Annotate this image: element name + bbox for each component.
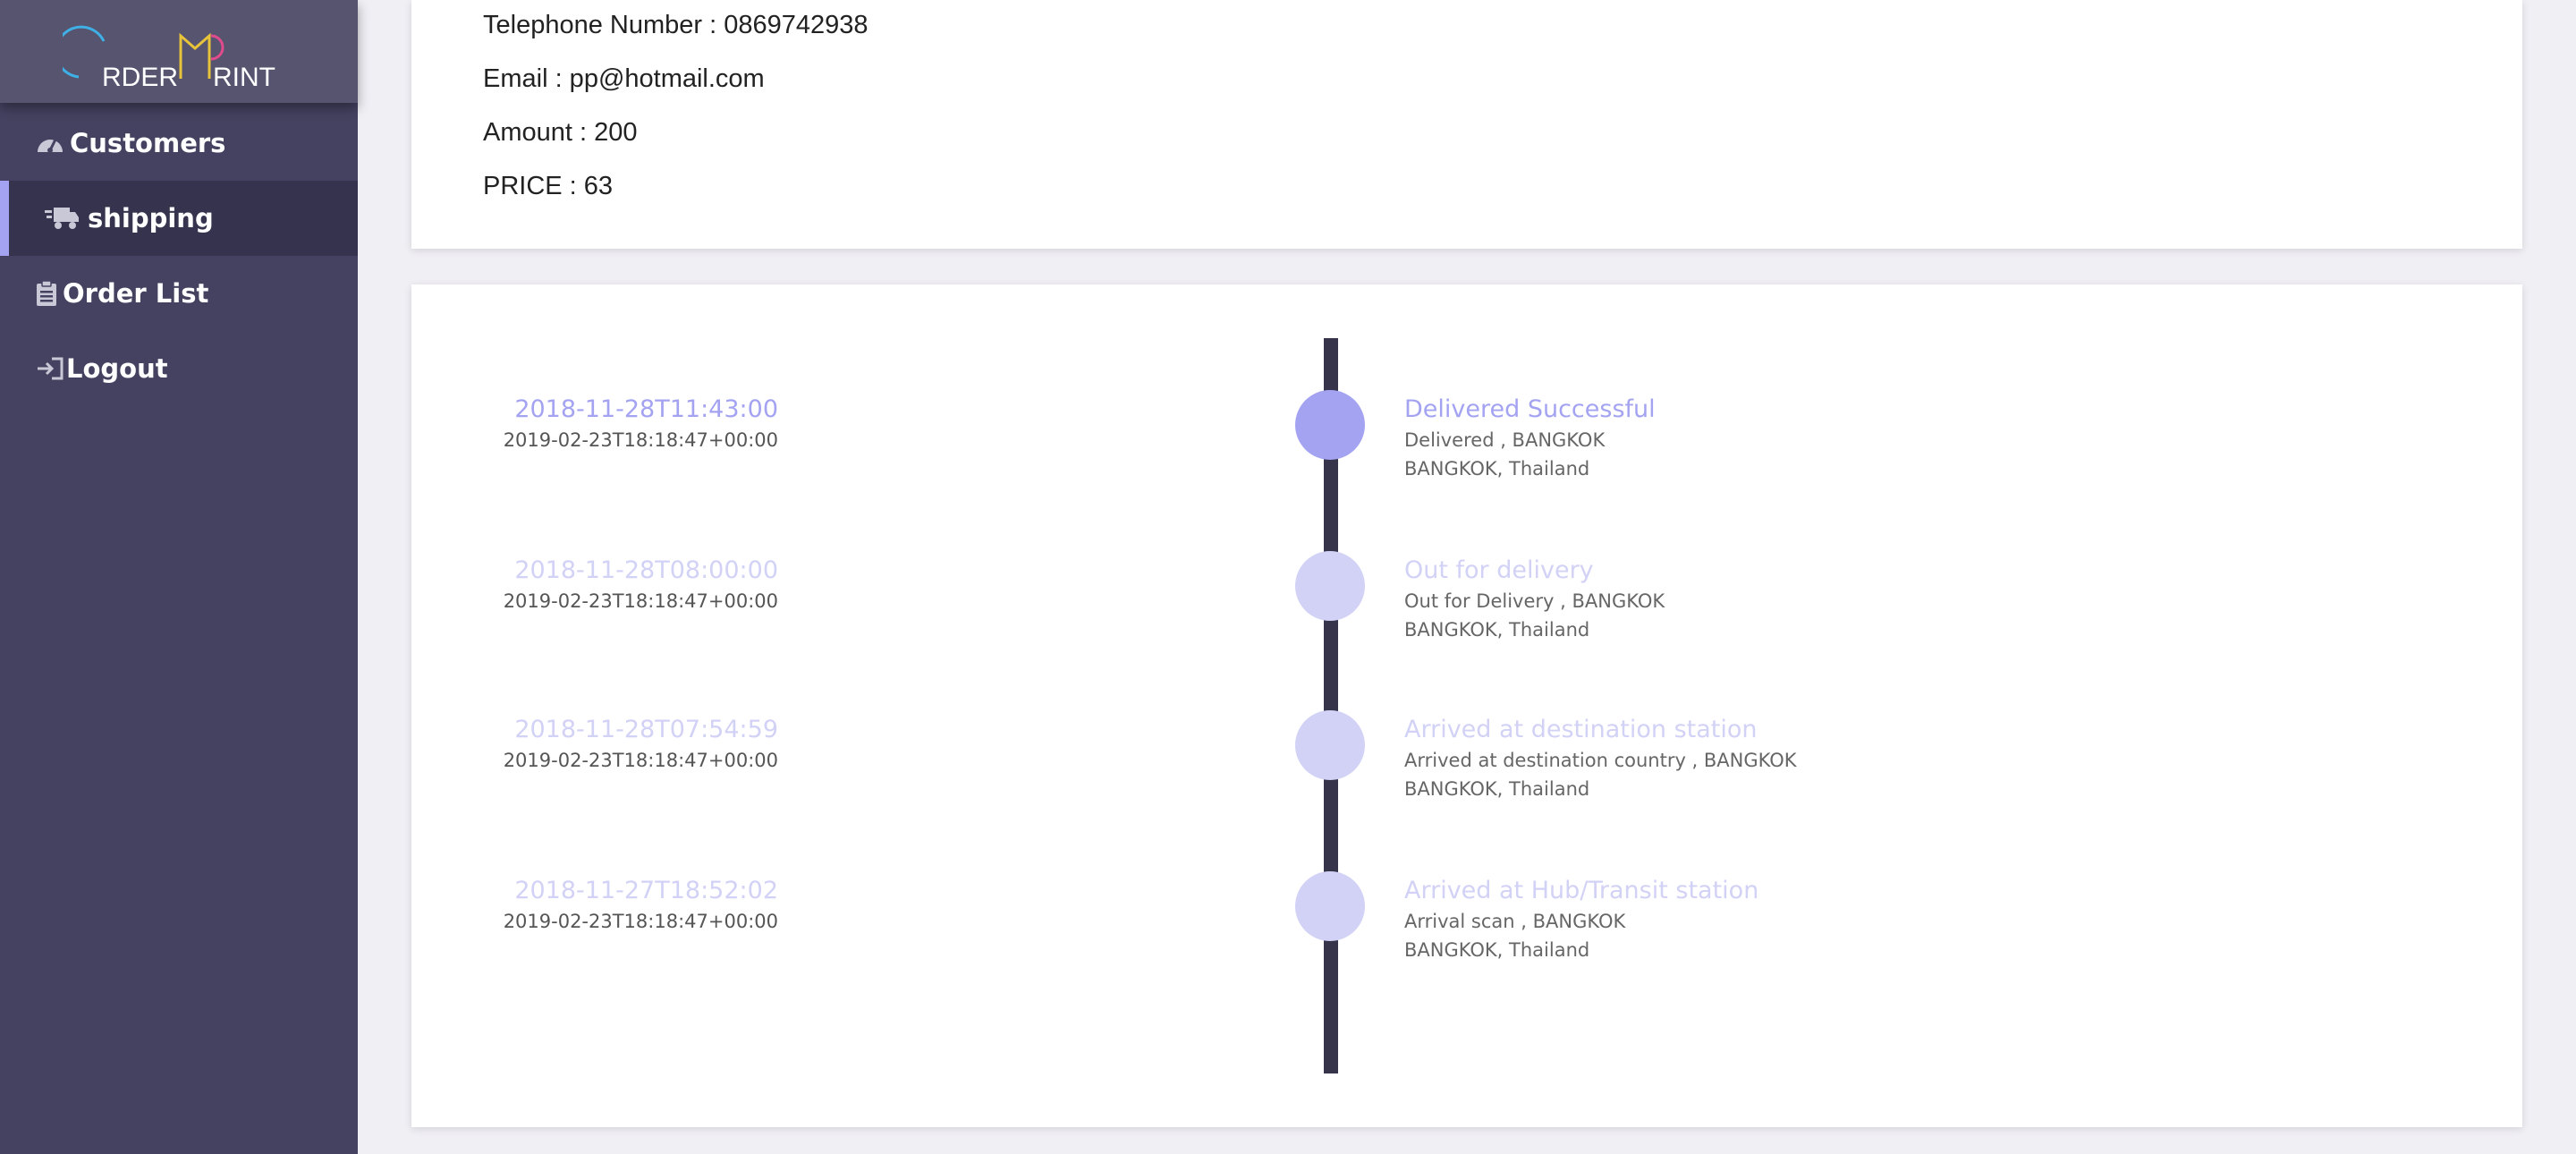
event-detail: Arrival scan , BANGKOK [1404, 911, 1626, 932]
event-date: 2018-11-28T07:54:59 [514, 716, 778, 743]
sidebar-item-customers[interactable]: Customers [0, 106, 358, 181]
sidebar-item-logout[interactable]: Logout [0, 331, 358, 406]
timeline-dot [1295, 551, 1365, 621]
telephone-text: Telephone Number : 0869742938 [483, 11, 869, 39]
event-detail: Delivered , BANGKOK [1404, 429, 1606, 451]
event-status: Out for delivery [1404, 556, 1594, 584]
active-indicator [0, 181, 9, 256]
event-updated: 2019-02-23T18:18:47+00:00 [503, 911, 778, 932]
sidebar-item-label: Order List [63, 278, 209, 309]
logo-header: RDER RINT [0, 0, 358, 103]
event-detail: Arrived at destination country , BANGKOK [1404, 750, 1797, 771]
logo-text-left: RDER [102, 63, 178, 89]
event-status: Arrived at Hub/Transit station [1404, 877, 1759, 904]
timeline-dot [1295, 710, 1365, 780]
logo-text-right: RINT [213, 63, 275, 89]
dashboard-icon [36, 131, 64, 156]
event-updated: 2019-02-23T18:18:47+00:00 [503, 590, 778, 612]
sidebar-item-label: Logout [66, 353, 168, 384]
event-status: Arrived at destination station [1404, 716, 1758, 743]
event-location: BANGKOK, Thailand [1404, 939, 1590, 961]
orderprint-logo: RDER RINT [63, 25, 275, 89]
timeline-dot [1295, 871, 1365, 941]
event-location: BANGKOK, Thailand [1404, 778, 1590, 800]
event-date: 2018-11-28T08:00:00 [514, 556, 778, 584]
sidebar-item-shipping[interactable]: shipping [0, 181, 358, 256]
event-location: BANGKOK, Thailand [1404, 619, 1590, 641]
timeline-dot [1295, 390, 1365, 460]
event-updated: 2019-02-23T18:18:47+00:00 [503, 429, 778, 451]
clipboard-icon [36, 280, 57, 307]
event-detail: Out for Delivery , BANGKOK [1404, 590, 1665, 612]
order-info-card: Telephone Number : 0869742938 Email : pp… [411, 0, 2522, 249]
event-updated: 2019-02-23T18:18:47+00:00 [503, 750, 778, 771]
event-date: 2018-11-28T11:43:00 [514, 395, 778, 423]
sidebar-item-label: Customers [70, 128, 226, 158]
sidebar: RDER RINT Customers shipping Order List … [0, 0, 358, 1154]
email-text: Email : pp@hotmail.com [483, 64, 765, 93]
shipping-timeline-card: 2018-11-28T11:43:00 2019-02-23T18:18:47+… [411, 284, 2522, 1127]
event-date: 2018-11-27T18:52:02 [514, 877, 778, 904]
event-status: Delivered Successful [1404, 395, 1656, 423]
sidebar-item-order-list[interactable]: Order List [0, 256, 358, 331]
sidebar-item-label: shipping [88, 203, 214, 233]
amount-text: Amount : 200 [483, 118, 638, 147]
event-location: BANGKOK, Thailand [1404, 458, 1590, 479]
price-text: PRICE : 63 [483, 172, 614, 200]
logout-icon [36, 356, 64, 381]
truck-icon [45, 205, 79, 232]
